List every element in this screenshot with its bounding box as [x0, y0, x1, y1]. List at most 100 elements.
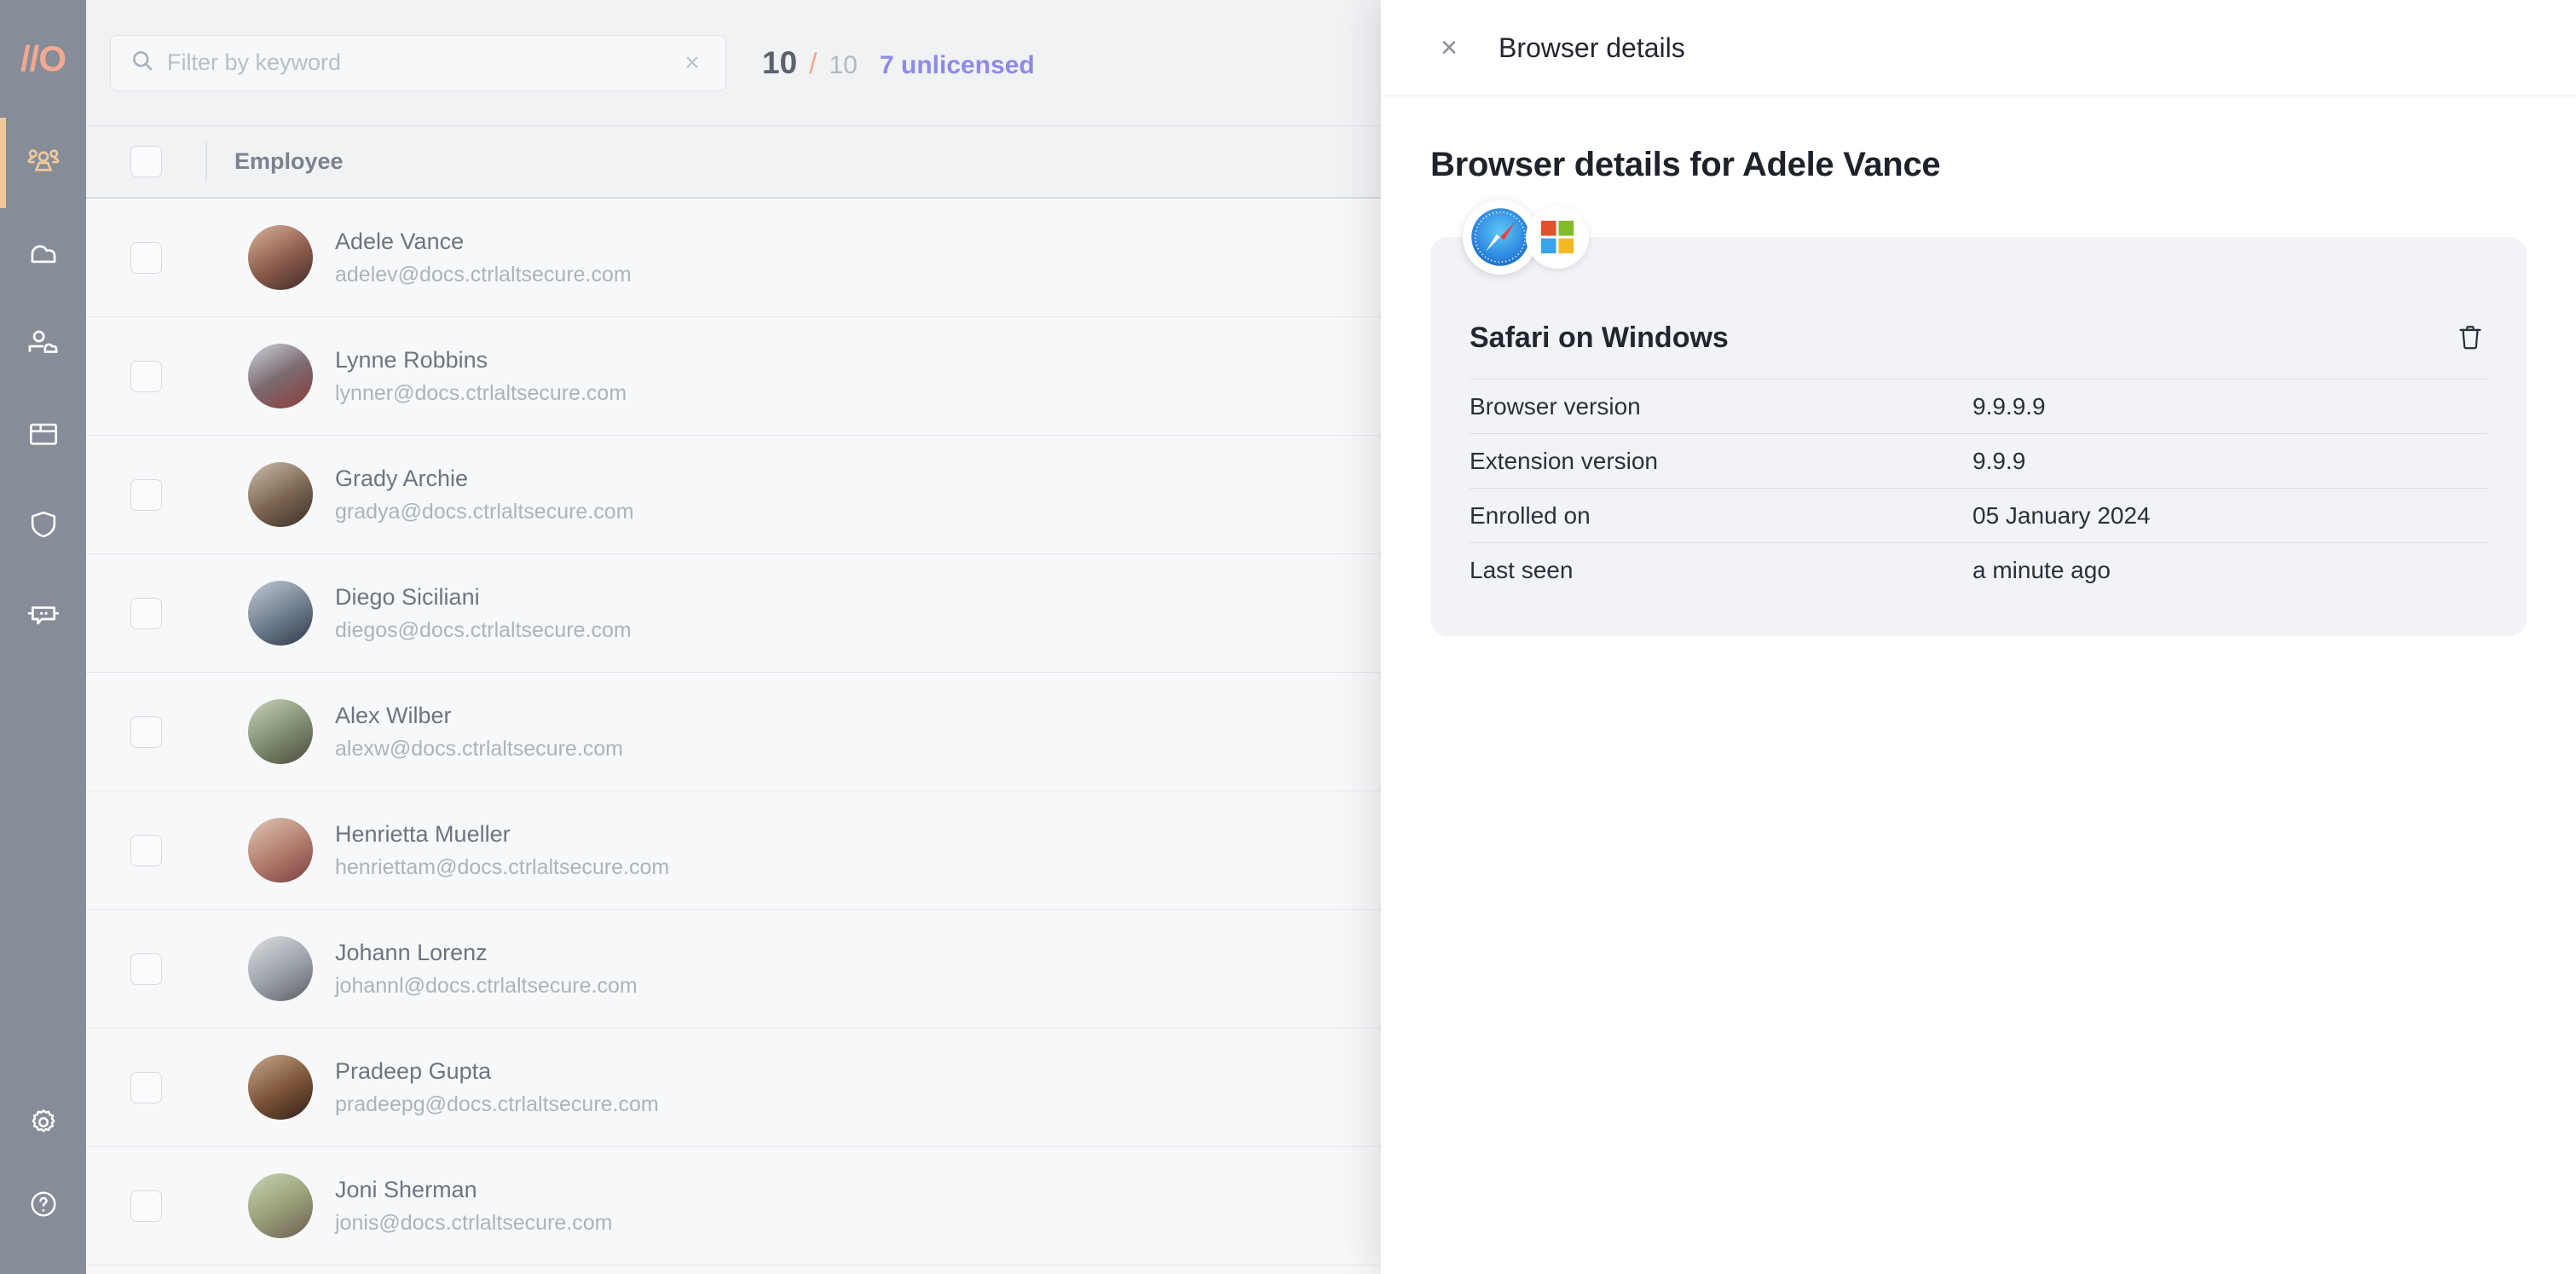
employee-email: johannl@docs.ctrlaltsecure.com — [335, 973, 638, 998]
card-title-row: Safari on Windows — [1470, 319, 2487, 379]
detail-value: a minute ago — [1972, 556, 2111, 583]
row-select-cell — [86, 953, 205, 985]
avatar — [248, 581, 313, 646]
row-select-cell — [86, 715, 205, 748]
row-select-cell — [86, 834, 205, 866]
counter-shown: 10 — [762, 44, 798, 80]
sidebar-item-employees[interactable] — [0, 118, 86, 208]
avatar — [248, 225, 313, 290]
sidebar-item-security[interactable] — [0, 479, 86, 570]
detail-key: Enrolled on — [1470, 501, 1591, 529]
row-checkbox[interactable] — [130, 1071, 162, 1103]
select-all-checkbox[interactable] — [130, 146, 162, 177]
avatar — [248, 1173, 313, 1238]
results-counter: 10 / 10 7 unlicensed — [762, 45, 1035, 81]
row-select-cell — [86, 478, 205, 511]
unlicensed-badge[interactable]: 7 unlicensed — [880, 51, 1035, 80]
detail-row: Last seen a minute ago — [1470, 542, 2487, 597]
detail-row: Extension version 9.9.9 — [1470, 433, 2487, 488]
gear-icon — [26, 1104, 61, 1140]
sidebar-item-settings[interactable] — [0, 1081, 86, 1163]
row-checkbox[interactable] — [130, 1190, 162, 1222]
avatar — [248, 699, 313, 764]
row-select-cell — [86, 1071, 205, 1103]
help-icon — [26, 1186, 61, 1222]
row-checkbox[interactable] — [130, 953, 162, 985]
browser-card-wrapper: Safari on Windows Browser version 9.9.9.… — [1430, 200, 2527, 636]
drawer-header: × Browser details — [1381, 0, 2576, 96]
search-container: × — [110, 34, 726, 91]
shield-icon — [25, 506, 62, 543]
employee-name: Henrietta Mueller — [335, 820, 511, 847]
sidebar-item-user-accounts[interactable] — [0, 298, 86, 389]
drawer-body: Browser details for Adele Vance Safari o… — [1381, 96, 2576, 1274]
detail-row: Enrolled on 05 January 2024 — [1470, 488, 2487, 542]
row-checkbox[interactable] — [130, 478, 162, 511]
detail-rows: Browser version 9.9.9.9 Extension version… — [1470, 379, 2487, 597]
detail-row: Browser version 9.9.9.9 — [1470, 379, 2487, 433]
row-select-cell — [86, 1190, 205, 1222]
employee-email: alexw@docs.ctrlaltsecure.com — [335, 736, 623, 761]
device-chat-icon — [24, 595, 63, 634]
row-select-cell — [86, 597, 205, 629]
browser-name: Safari on Windows — [1470, 321, 1729, 354]
sidebar-item-help[interactable] — [0, 1163, 86, 1245]
sidebar-item-cloud-apps[interactable] — [0, 208, 86, 298]
employee-name: Lynne Robbins — [335, 346, 488, 373]
employee-email: adelev@docs.ctrlaltsecure.com — [335, 262, 632, 287]
employee-email: lynner@docs.ctrlaltsecure.com — [335, 380, 627, 405]
detail-key: Browser version — [1470, 392, 1641, 420]
browser-details-card: Safari on Windows Browser version 9.9.9.… — [1430, 237, 2527, 636]
avatar — [248, 1055, 313, 1120]
employee-email: jonis@docs.ctrlaltsecure.com — [335, 1210, 613, 1235]
search-input[interactable] — [167, 49, 666, 76]
row-checkbox[interactable] — [130, 360, 162, 392]
app-logo[interactable]: //O — [0, 0, 86, 118]
browser-os-icons — [1463, 200, 1589, 275]
browser-window-icon — [25, 415, 62, 453]
employee-email: pradeepg@docs.ctrlaltsecure.com — [335, 1092, 659, 1116]
page-title: Browser details for Adele Vance — [1430, 146, 1941, 183]
avatar — [248, 936, 313, 1001]
row-checkbox[interactable] — [130, 597, 162, 629]
detail-key: Last seen — [1470, 556, 1574, 583]
employee-name: Alex Wilber — [335, 702, 452, 728]
detail-value: 9.9.9 — [1972, 447, 2026, 474]
employee-email: henriettam@docs.ctrlaltsecure.com — [335, 854, 670, 879]
row-select-cell — [86, 241, 205, 274]
drawer-title: Browser details — [1499, 32, 1685, 63]
sidebar-bottom-nav — [0, 1081, 86, 1274]
sidebar-nav — [0, 118, 86, 660]
clear-search-button[interactable]: × — [678, 49, 707, 78]
logo-text: //O — [20, 38, 66, 78]
employee-name: Pradeep Gupta — [335, 1057, 492, 1084]
people-icon — [24, 143, 63, 182]
employee-email: diegos@docs.ctrlaltsecure.com — [335, 617, 632, 642]
employee-header-label: Employee — [234, 148, 344, 174]
counter-separator: / — [809, 47, 817, 80]
select-all-cell — [86, 146, 205, 177]
sidebar-item-devices[interactable] — [0, 570, 86, 660]
employee-name: Diego Siciliani — [335, 583, 480, 610]
row-checkbox[interactable] — [130, 241, 162, 274]
search-icon — [130, 48, 155, 78]
detail-value: 05 January 2024 — [1972, 501, 2151, 529]
user-cloud-icon — [24, 324, 63, 363]
cloud-icon — [24, 234, 63, 273]
employee-email: gradya@docs.ctrlaltsecure.com — [335, 499, 634, 524]
trash-icon[interactable] — [2453, 319, 2487, 356]
detail-value: 9.9.9.9 — [1972, 392, 2046, 420]
avatar — [248, 344, 313, 408]
sidebar-item-browsers[interactable] — [0, 389, 86, 479]
row-select-cell — [86, 360, 205, 392]
close-icon[interactable]: × — [1432, 31, 1466, 65]
row-checkbox[interactable] — [130, 715, 162, 748]
avatar — [248, 462, 313, 527]
row-checkbox[interactable] — [130, 834, 162, 866]
counter-total: 10 — [829, 50, 858, 79]
windows-icon — [1526, 206, 1589, 269]
employee-name: Adele Vance — [335, 228, 465, 254]
employee-name: Grady Archie — [335, 465, 469, 491]
employee-name: Johann Lorenz — [335, 939, 488, 965]
employee-name: Joni Sherman — [335, 1176, 477, 1202]
